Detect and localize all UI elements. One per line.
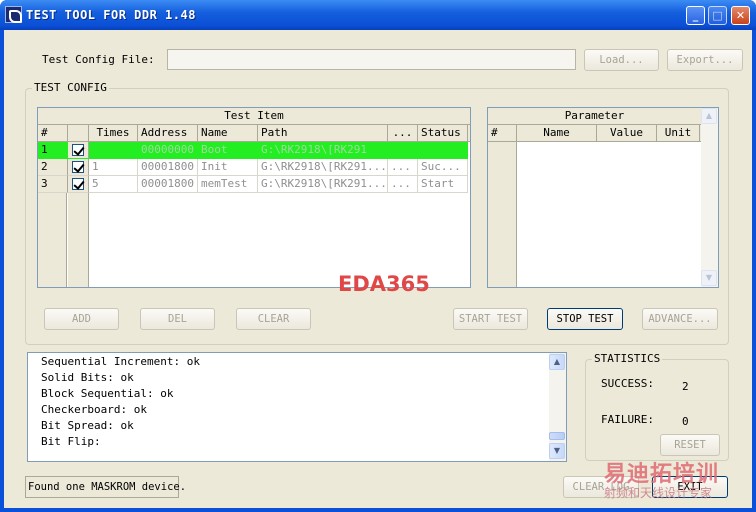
col-header-name[interactable]: Name [198, 125, 258, 141]
test-item-header: # Times Address Name Path ... Status [38, 125, 470, 142]
row-times: 5 [89, 176, 138, 193]
row-number: 1 [38, 142, 68, 159]
table-row[interactable]: 1 00000000 Boot G:\RK2918\[RK291 [38, 142, 468, 159]
scroll-down-arrow-icon: ▼ [701, 270, 717, 286]
row-checkbox-cell [68, 176, 89, 193]
export-button[interactable]: Export... [667, 49, 743, 71]
dialog-client-area: Test Config File: Load... Export... TEST… [4, 30, 752, 508]
load-button[interactable]: Load... [584, 49, 659, 71]
row-number: 2 [38, 159, 68, 176]
brand-watermark: 易迪拓培训 射频和天线设计专家 [604, 456, 719, 501]
col-header-num: # [38, 125, 68, 141]
scroll-down-arrow-icon[interactable]: ▼ [549, 443, 565, 459]
col-header-times[interactable]: Times [89, 125, 138, 141]
test-item-grid[interactable]: Test Item # Times Address Name Path ... … [37, 107, 471, 288]
success-count: 2 [682, 380, 689, 393]
maximize-button: □ [708, 6, 727, 25]
row-address: 00000000 [138, 142, 198, 159]
param-row-gutter [488, 142, 517, 287]
row-address: 00001800 [138, 159, 198, 176]
parameter-caption: Parameter [488, 108, 701, 125]
clear-button[interactable]: CLEAR [236, 308, 311, 330]
row-extra[interactable]: ... [388, 176, 418, 193]
param-col-num: # [488, 125, 517, 141]
log-line: Sequential Increment: ok [41, 355, 200, 368]
check-gutter [68, 193, 89, 287]
log-scrollbar[interactable]: ▲ ▼ [549, 353, 566, 461]
row-times [89, 142, 138, 159]
log-line: Solid Bits: ok [41, 371, 134, 384]
param-col-name[interactable]: Name [517, 125, 597, 141]
table-row[interactable]: 3 5 00001800 memTest G:\RK2918\[RK291...… [38, 176, 468, 193]
row-extra[interactable]: ... [388, 159, 418, 176]
statistics-group: STATISTICS SUCCESS: 2 FAILURE: 0 RESET [585, 352, 729, 461]
title-bar[interactable]: TEST TOOL FOR DDR 1.48 _ □ ✕ [0, 0, 756, 30]
app-window: TEST TOOL FOR DDR 1.48 _ □ ✕ Test Config… [0, 0, 756, 512]
row-gutter [38, 193, 67, 287]
row-address: 00001800 [138, 176, 198, 193]
row-path: G:\RK2918\[RK291... [258, 176, 388, 193]
reset-button[interactable]: RESET [660, 434, 720, 456]
log-line: Block Sequential: ok [41, 387, 174, 400]
col-header-check [68, 125, 89, 141]
config-file-label: Test Config File: [42, 53, 155, 66]
param-col-value[interactable]: Value [597, 125, 657, 141]
row-status: Start [418, 176, 468, 193]
col-header-address[interactable]: Address [138, 125, 198, 141]
success-label: SUCCESS: [601, 377, 654, 390]
row-times: 1 [89, 159, 138, 176]
start-test-button[interactable]: START TEST [453, 308, 528, 330]
parameter-scrollbar[interactable]: ▲ ▼ [701, 108, 718, 287]
test-config-group: TEST CONFIG Test Item # Times Address Na… [25, 81, 729, 345]
row-name: memTest [198, 176, 258, 193]
statistics-title: STATISTICS [592, 352, 663, 365]
failure-count: 0 [682, 415, 689, 428]
row-checkbox[interactable] [72, 161, 84, 173]
row-path: G:\RK2918\[RK291 [258, 142, 388, 159]
row-status: Suc... [418, 159, 468, 176]
row-checkbox-cell [68, 159, 89, 176]
status-message: Found one MASKROM device. [25, 476, 186, 498]
window-title: TEST TOOL FOR DDR 1.48 [26, 8, 196, 22]
row-number: 3 [38, 176, 68, 193]
row-name: Init [198, 159, 258, 176]
scroll-up-arrow-icon[interactable]: ▲ [549, 354, 565, 370]
del-button[interactable]: DEL [140, 308, 215, 330]
parameter-header: # Name Value Unit [488, 125, 701, 142]
failure-label: FAILURE: [601, 413, 654, 426]
col-header-status[interactable]: Status [418, 125, 468, 141]
log-scroll-thumb[interactable] [549, 432, 565, 440]
col-header-path[interactable]: Path [258, 125, 388, 141]
row-path: G:\RK2918\[RK291... [258, 159, 388, 176]
row-checkbox-cell [68, 142, 89, 159]
stop-test-button[interactable]: STOP TEST [547, 308, 623, 330]
row-name: Boot [198, 142, 258, 159]
close-button[interactable]: ✕ [731, 6, 750, 25]
row-checkbox[interactable] [72, 144, 84, 156]
row-checkbox[interactable] [72, 178, 84, 190]
config-file-input[interactable] [167, 49, 576, 70]
log-line: Checkerboard: ok [41, 403, 147, 416]
scroll-up-arrow-icon: ▲ [701, 108, 717, 124]
row-extra[interactable] [388, 142, 418, 159]
log-output[interactable]: Sequential Increment: ok Solid Bits: ok … [27, 352, 567, 462]
add-button[interactable]: ADD [44, 308, 119, 330]
minimize-button[interactable]: _ [686, 6, 705, 25]
param-col-unit[interactable]: Unit [657, 125, 700, 141]
brand-subtitle: 射频和天线设计专家 [604, 486, 713, 500]
test-config-title: TEST CONFIG [32, 81, 109, 94]
table-row[interactable]: 2 1 00001800 Init G:\RK2918\[RK291... ..… [38, 159, 468, 176]
test-item-caption: Test Item [38, 108, 470, 125]
log-line: Bit Flip: [41, 435, 101, 448]
eda365-watermark: EDA365 [338, 272, 430, 296]
row-status [418, 142, 468, 159]
log-line: Bit Spread: ok [41, 419, 134, 432]
parameter-grid[interactable]: Parameter # Name Value Unit ▲ ▼ [487, 107, 719, 288]
advance-button[interactable]: ADVANCE... [642, 308, 718, 330]
col-header-extra[interactable]: ... [388, 125, 418, 141]
app-icon [5, 6, 22, 23]
